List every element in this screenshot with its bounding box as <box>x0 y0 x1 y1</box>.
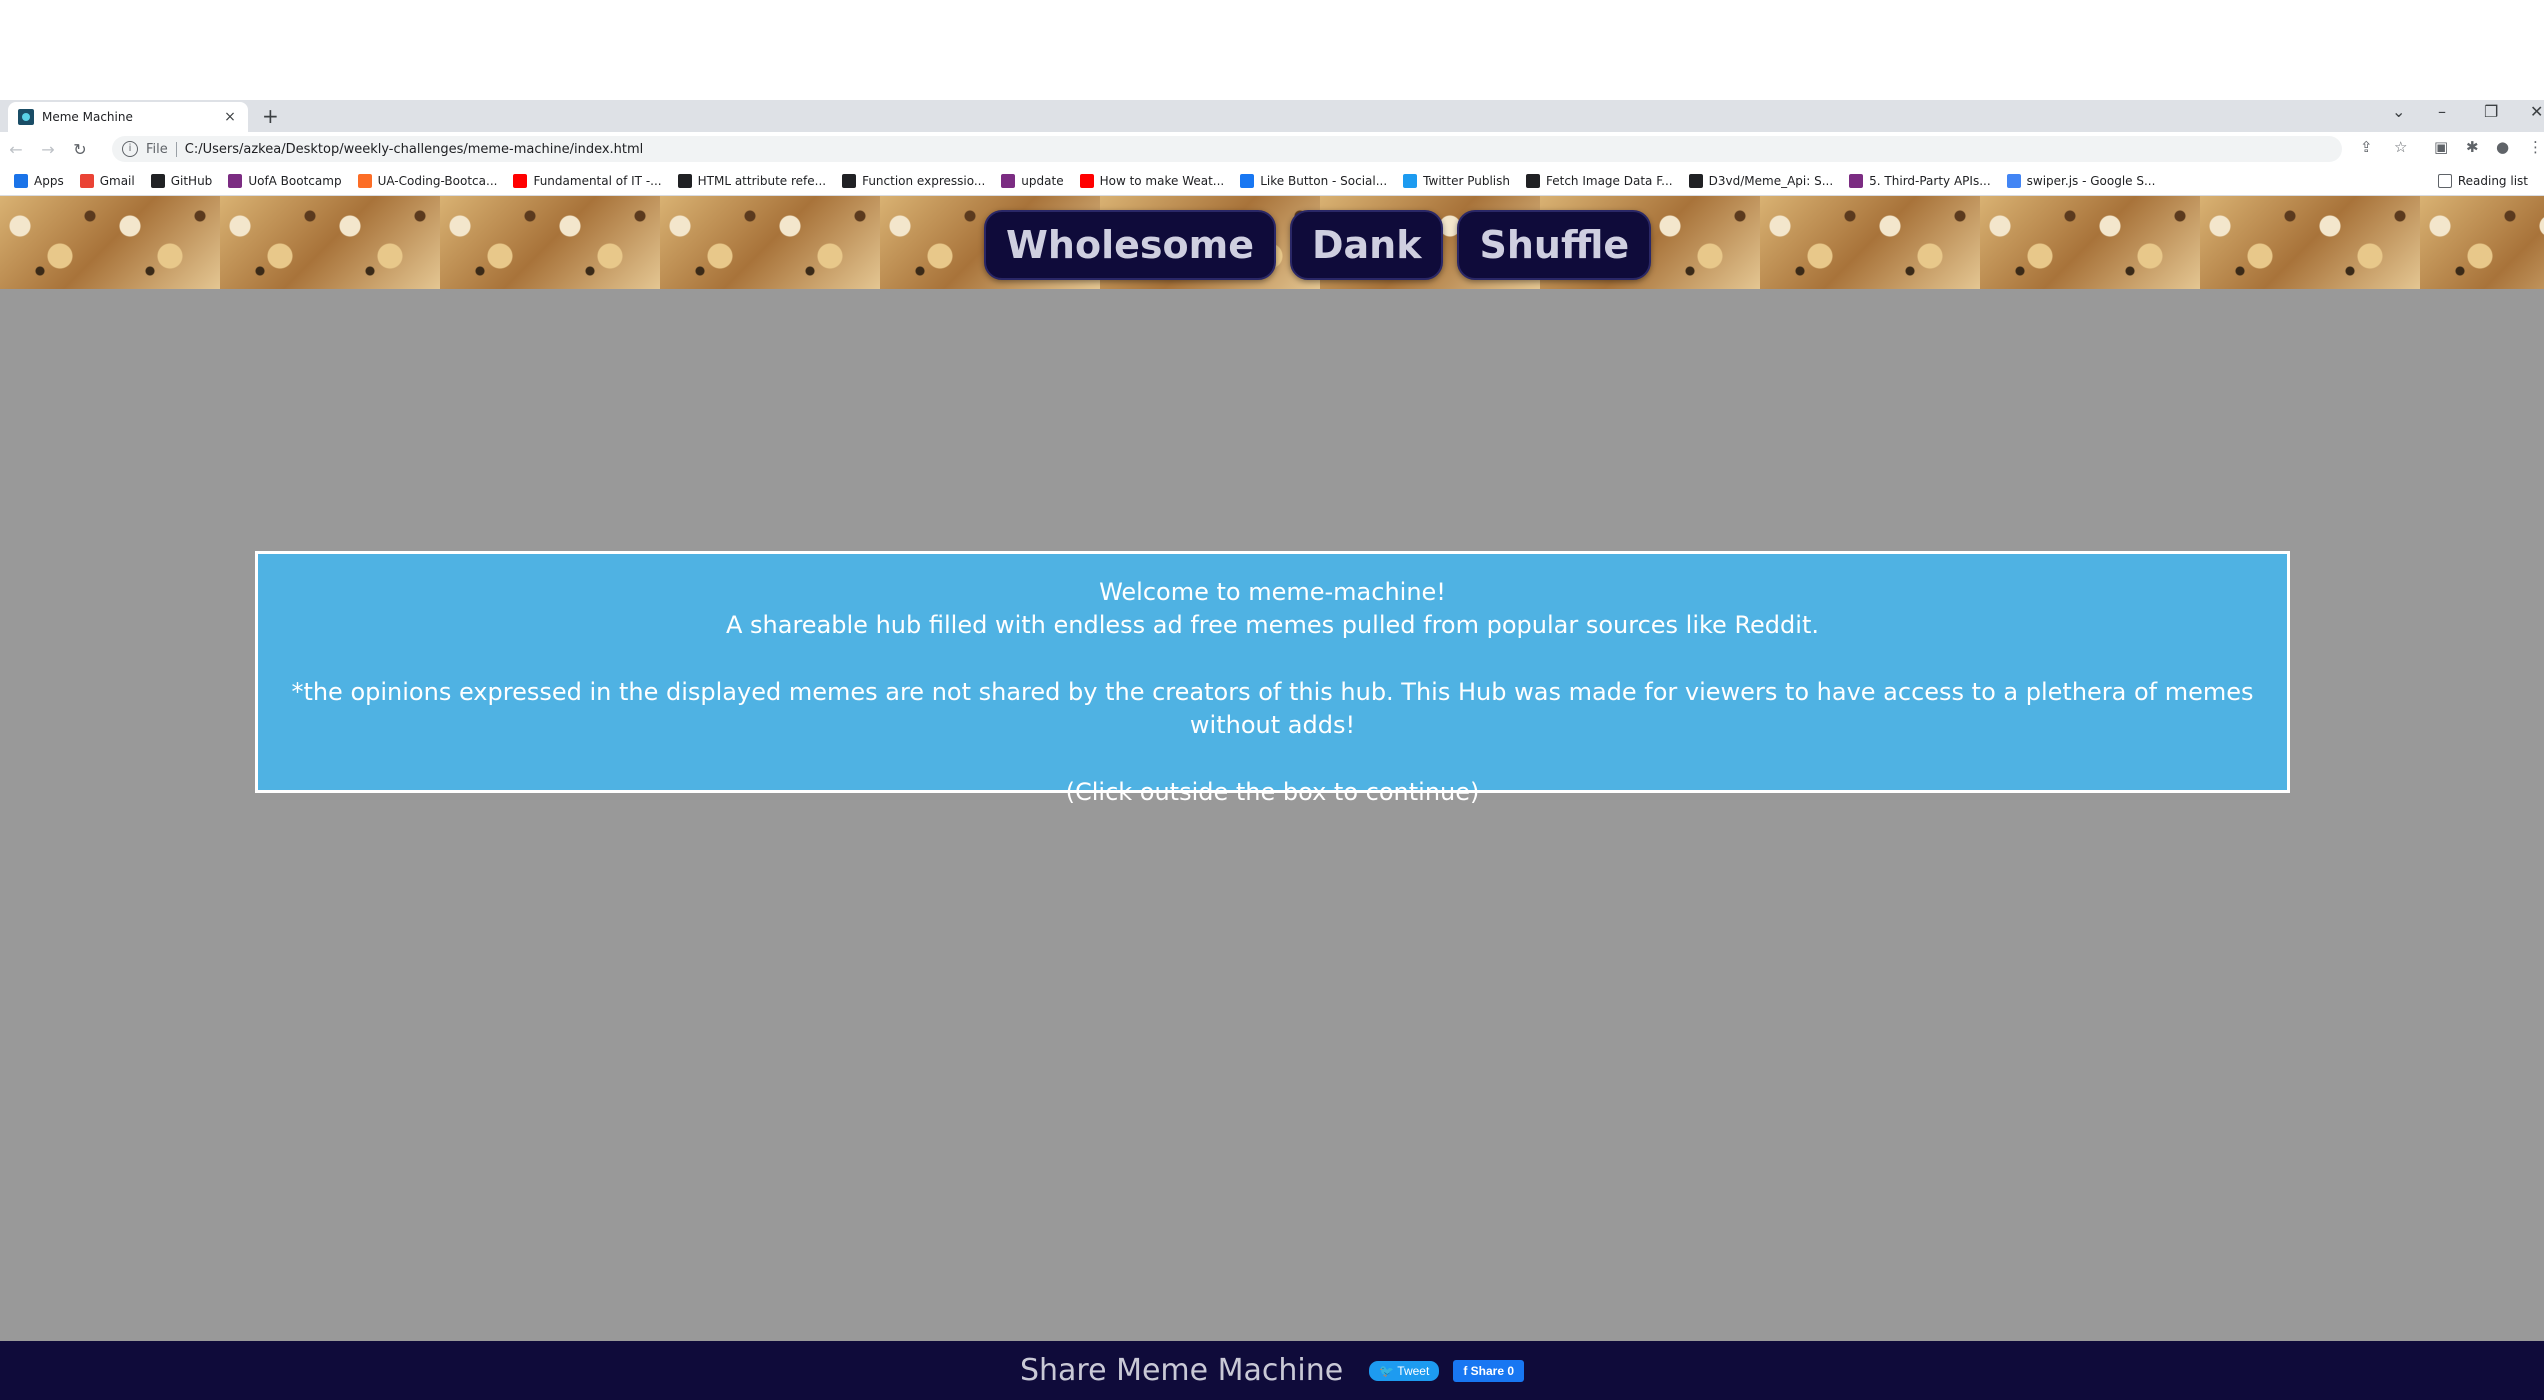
tweet-button[interactable]: 🐦 Tweet <box>1369 1360 1440 1381</box>
bookmark-favicon-icon <box>1079 173 1094 188</box>
welcome-heading: Welcome to meme-machine! <box>1099 578 1446 606</box>
bookmark-item[interactable]: D3vd/Meme_Api: S... <box>1688 173 1834 188</box>
new-tab-icon[interactable]: + <box>262 104 279 128</box>
bookmark-item[interactable]: How to make Weat... <box>1079 173 1225 188</box>
bookmark-label: UofA Bootcamp <box>248 173 342 188</box>
minimize-icon[interactable]: – <box>2438 102 2446 121</box>
dank-button[interactable]: Dank <box>1289 210 1444 280</box>
address-bar[interactable]: i File C:/Users/azkea/Desktop/weekly-cha… <box>112 136 2342 162</box>
browser-chrome: Meme Machine × + ⌄ – ❐ ✕ ← → ↻ i File C:… <box>0 100 2544 196</box>
welcome-description: A shareable hub filled with endless ad f… <box>726 611 1819 639</box>
window-close-icon[interactable]: ✕ <box>2530 102 2543 121</box>
bookmark-item[interactable]: Fundamental of IT -... <box>513 173 662 188</box>
facebook-share-label: Share 0 <box>1470 1363 1515 1378</box>
twitter-bird-icon: 🐦 <box>1379 1363 1395 1378</box>
menu-icon[interactable]: ⋮ <box>2528 138 2543 156</box>
bookmark-favicon-icon <box>677 173 692 188</box>
bookmark-favicon-icon <box>1849 173 1864 188</box>
bookmark-item[interactable]: Gmail <box>79 173 135 188</box>
share-footer: Share Meme Machine 🐦 Tweet f Share 0 <box>0 1341 2544 1400</box>
bookmark-favicon-icon <box>150 173 165 188</box>
bookmark-favicon-icon <box>357 173 372 188</box>
bookmark-item[interactable]: update <box>1001 173 1064 188</box>
reading-list-label: Reading list <box>2457 173 2528 188</box>
bookmark-label: Function expressio... <box>862 173 986 188</box>
bookmark-item[interactable]: 5. Third-Party APIs... <box>1849 173 1991 188</box>
bookmark-item[interactable]: HTML attribute refe... <box>677 173 827 188</box>
share-icon[interactable]: ⇪ <box>2360 138 2373 156</box>
browser-toolbar: ← → ↻ i File C:/Users/azkea/Desktop/week… <box>0 132 2544 166</box>
reading-list-icon <box>2437 173 2452 188</box>
bookmark-label: UA-Coding-Bootca... <box>377 173 498 188</box>
reload-icon[interactable]: ↻ <box>64 140 96 159</box>
back-icon[interactable]: ← <box>0 140 32 159</box>
forward-icon[interactable]: → <box>32 140 64 159</box>
bookmark-label: Like Button - Social... <box>1260 173 1388 188</box>
bookmarks-bar: Apps Gmail GitHub UofA Bootcamp UA-Coding-Bo… <box>0 166 2544 196</box>
bookmark-label: Fundamental of IT -... <box>533 173 662 188</box>
bookmark-item[interactable]: GitHub <box>150 173 213 188</box>
bookmark-label: Gmail <box>99 173 135 188</box>
bookmark-favicon-icon <box>1688 173 1703 188</box>
bookmark-item[interactable]: swiper.js - Google S... <box>2006 173 2156 188</box>
tab-search-icon[interactable]: ⌄ <box>2392 102 2405 121</box>
bookmark-favicon-icon <box>1001 173 1016 188</box>
bookmark-label: Apps <box>34 173 64 188</box>
bookmark-favicon-icon <box>79 173 94 188</box>
tab-close-icon[interactable]: × <box>222 109 238 125</box>
bookmark-favicon-icon <box>513 173 528 188</box>
bookmark-favicon-icon <box>1403 173 1418 188</box>
bookmark-label: update <box>1021 173 1064 188</box>
category-nav: Wholesome Dank Shuffle <box>984 210 1652 280</box>
tweet-label: Tweet <box>1397 1363 1430 1378</box>
bookmark-label: swiper.js - Google S... <box>2026 173 2156 188</box>
extensions-puzzle-icon[interactable]: ✱ <box>2466 138 2479 156</box>
url-scheme-label: File <box>146 141 177 157</box>
bookmark-item[interactable]: Apps <box>14 173 64 188</box>
continue-hint: (Click outside the box to continue) <box>1065 778 1480 806</box>
site-info-icon[interactable]: i <box>122 141 138 157</box>
reading-list[interactable]: Reading list <box>2437 173 2528 188</box>
profile-avatar-icon[interactable]: ● <box>2496 138 2509 156</box>
facebook-share-button[interactable]: f Share 0 <box>1453 1359 1525 1382</box>
bookmark-favicon-icon <box>228 173 243 188</box>
bookmark-favicon-icon <box>14 173 28 188</box>
facebook-icon: f <box>1463 1363 1468 1378</box>
bookmark-label: Twitter Publish <box>1423 173 1510 188</box>
bookmark-label: 5. Third-Party APIs... <box>1869 173 1991 188</box>
doge-header: Wholesome Dank Shuffle <box>0 196 2544 289</box>
disclaimer-text: *the opinions expressed in the displayed… <box>291 678 2254 739</box>
bookmark-item[interactable]: Like Button - Social... <box>1240 173 1388 188</box>
shuffle-button[interactable]: Shuffle <box>1457 210 1652 280</box>
bookmark-item[interactable]: UofA Bootcamp <box>228 173 342 188</box>
bookmark-favicon-icon <box>1240 173 1255 188</box>
bookmark-favicon-icon <box>1525 173 1540 188</box>
bookmark-item[interactable]: Fetch Image Data F... <box>1525 173 1673 188</box>
bookmark-label: Fetch Image Data F... <box>1545 173 1673 188</box>
tab-meme-machine[interactable]: Meme Machine × <box>8 102 248 132</box>
bookmark-item[interactable]: Twitter Publish <box>1403 173 1510 188</box>
share-label: Share Meme Machine <box>1019 1353 1344 1388</box>
bookmark-label: GitHub <box>170 173 213 188</box>
extension-icon[interactable]: ▣ <box>2434 138 2448 156</box>
tab-strip: Meme Machine × + ⌄ – ❐ ✕ <box>0 100 2544 132</box>
bookmark-item[interactable]: UA-Coding-Bootca... <box>357 173 498 188</box>
welcome-modal[interactable]: Welcome to meme-machine! A shareable hub… <box>255 551 2290 806</box>
url-text[interactable]: C:/Users/azkea/Desktop/weekly-challenges… <box>185 142 644 157</box>
restore-icon[interactable]: ❐ <box>2484 102 2498 121</box>
bookmark-item[interactable]: Function expressio... <box>842 173 986 188</box>
bookmark-label: How to make Weat... <box>1099 173 1225 188</box>
tab-title: Meme Machine <box>42 110 133 124</box>
bookmark-label: D3vd/Meme_Api: S... <box>1708 173 1834 188</box>
bookmark-star-icon[interactable]: ☆ <box>2394 138 2407 156</box>
site-favicon-icon <box>18 109 34 125</box>
wholesome-button[interactable]: Wholesome <box>984 210 1276 280</box>
meme-machine-page: Wholesome Dank Shuffle Welcome to meme-m… <box>0 196 2544 1400</box>
bookmark-label: HTML attribute refe... <box>697 173 827 188</box>
bookmark-favicon-icon <box>2006 173 2021 188</box>
bookmark-favicon-icon <box>842 173 857 188</box>
